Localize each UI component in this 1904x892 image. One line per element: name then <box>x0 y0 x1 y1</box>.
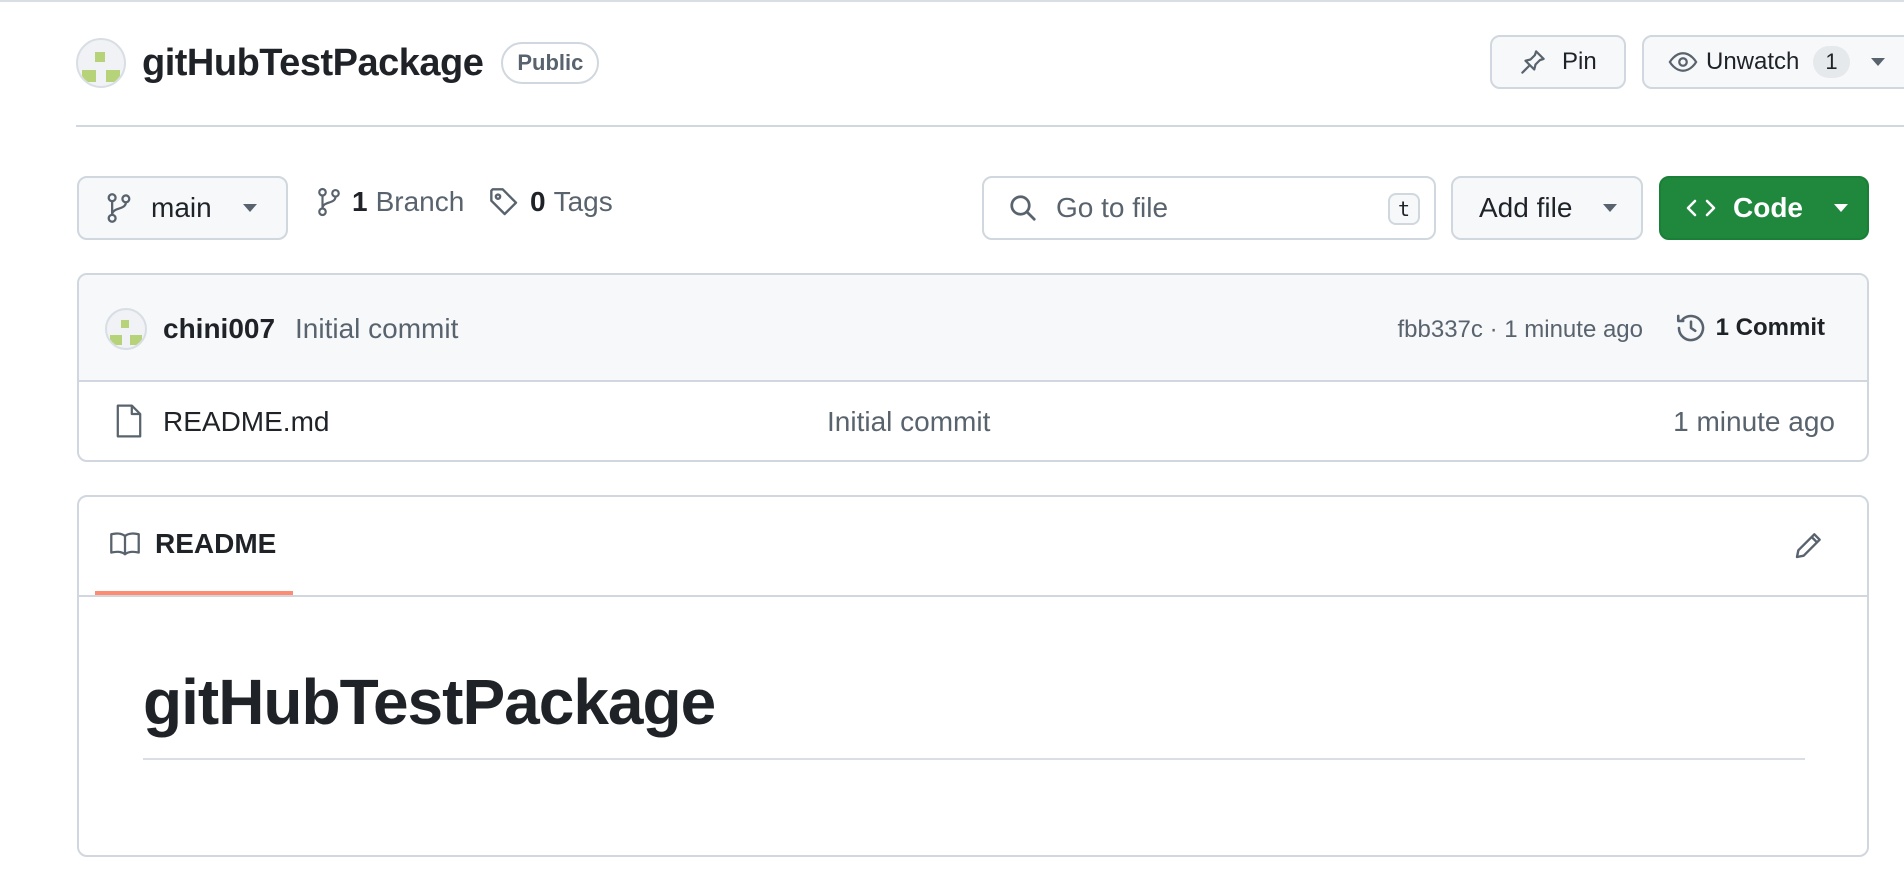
pin-label: Pin <box>1562 48 1597 75</box>
file-icon <box>115 404 143 438</box>
chevron-down-icon <box>1833 203 1849 213</box>
pencil-icon[interactable] <box>1793 529 1825 561</box>
file-commit-time: 1 minute ago <box>1673 406 1835 437</box>
readme-heading: gitHubTestPackage <box>143 666 716 738</box>
go-to-file-input[interactable] <box>1054 191 1358 225</box>
branches-link[interactable]: 1 Branch <box>316 186 464 218</box>
commit-author[interactable]: chini007 <box>163 313 275 345</box>
file-commit-message[interactable]: Initial commit <box>827 406 990 438</box>
git-branch-icon <box>316 186 342 218</box>
add-file-button[interactable]: Add file <box>1451 176 1643 240</box>
top-border <box>0 0 1904 2</box>
file-row[interactable]: README.md Initial commit 1 minute ago <box>79 382 1867 460</box>
tag-icon <box>488 186 520 218</box>
chevron-down-icon[interactable] <box>1870 57 1886 67</box>
go-to-file-search[interactable]: t <box>982 176 1436 240</box>
repo-name[interactable]: gitHubTestPackage <box>142 42 484 85</box>
watch-count-badge: 1 <box>1813 46 1850 78</box>
owner-avatar[interactable] <box>76 38 126 88</box>
tab-readme[interactable]: README <box>95 497 293 595</box>
pin-button[interactable]: Pin <box>1490 35 1626 89</box>
commit-message[interactable]: Initial commit <box>295 313 458 345</box>
file-name[interactable]: README.md <box>163 406 329 438</box>
chevron-down-icon <box>1602 203 1618 213</box>
commit-sha-time[interactable]: fbb337c · 1 minute ago <box>1398 316 1644 344</box>
tag-count: 0 <box>530 186 546 217</box>
branch-count: 1 <box>352 186 368 217</box>
commits-count-label: 1 Commit <box>1715 314 1825 341</box>
repo-header: gitHubTestPackage Public <box>76 38 600 88</box>
search-icon <box>1008 193 1038 223</box>
readme-panel: README gitHubTestPackage <box>77 495 1869 857</box>
git-branch-icon <box>105 192 133 224</box>
commits-history-link[interactable]: 1 Commit <box>1674 311 1825 345</box>
code-button[interactable]: Code <box>1659 176 1869 240</box>
latest-commit-bar: chini007 Initial commit fbb337c · 1 minu… <box>79 275 1867 382</box>
code-label: Code <box>1733 192 1803 223</box>
author-avatar[interactable] <box>105 308 147 350</box>
header-divider <box>76 125 1904 127</box>
visibility-badge: Public <box>501 42 600 84</box>
add-file-label: Add file <box>1479 192 1573 223</box>
keyboard-shortcut-hint: t <box>1387 193 1420 225</box>
readme-heading-divider <box>143 758 1805 760</box>
pin-icon <box>1518 47 1548 77</box>
chevron-down-icon <box>242 203 258 213</box>
unwatch-button[interactable]: Unwatch 1 <box>1642 35 1904 89</box>
history-icon <box>1674 311 1708 345</box>
eye-icon <box>1668 47 1698 77</box>
tag-count-label: Tags <box>553 186 613 217</box>
readme-tab-bar: README <box>79 497 1867 597</box>
tags-link[interactable]: 0 Tags <box>488 186 613 218</box>
unwatch-label: Unwatch <box>1706 48 1800 75</box>
code-icon <box>1685 196 1717 220</box>
branch-name: main <box>151 192 212 223</box>
book-icon <box>109 530 141 558</box>
branch-count-label: Branch <box>375 186 465 217</box>
readme-tab-label: README <box>155 528 277 559</box>
file-listing: chini007 Initial commit fbb337c · 1 minu… <box>77 273 1869 462</box>
branch-select-button[interactable]: main <box>77 176 288 240</box>
